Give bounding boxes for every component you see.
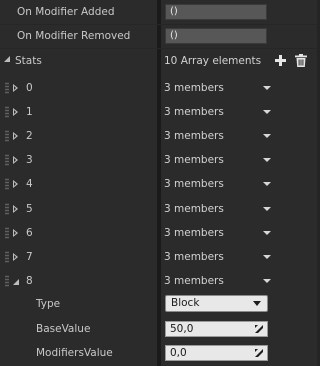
slider-drag-icon[interactable] xyxy=(255,349,263,357)
chevron-down-icon[interactable] xyxy=(263,158,271,162)
on-modifier-removed-label: On Modifier Removed xyxy=(17,30,131,42)
drag-handle-icon[interactable] xyxy=(5,106,9,118)
stats-row: Stats 10 Array elements xyxy=(0,49,317,73)
chevron-down-icon xyxy=(253,301,261,306)
chevron-down-icon[interactable] xyxy=(263,86,271,90)
element-members-value: 3 members xyxy=(164,178,224,190)
stats-label: Stats xyxy=(15,55,42,67)
stats-element-row[interactable]: 2 3 members xyxy=(0,124,317,148)
drag-handle-icon[interactable] xyxy=(5,154,9,166)
chevron-down-icon[interactable] xyxy=(263,231,271,235)
drag-handle-icon[interactable] xyxy=(5,227,9,239)
drag-handle-icon[interactable] xyxy=(5,130,9,142)
details-panel: On Modifier Added () On Modifier Removed… xyxy=(0,0,317,366)
on-modifier-added-field[interactable]: () xyxy=(165,4,267,20)
element-members-value: 3 members xyxy=(164,251,224,263)
element-index-label: 7 xyxy=(26,251,33,263)
element-index-label: 1 xyxy=(26,106,33,118)
chevron-down-icon[interactable] xyxy=(263,134,271,138)
expand-arrow-icon[interactable] xyxy=(13,156,18,164)
chevron-down-icon[interactable] xyxy=(263,182,271,186)
element-members-value: 3 members xyxy=(164,275,224,287)
stats-element-row[interactable]: 6 3 members xyxy=(0,221,317,245)
stats-element-row[interactable]: 1 3 members xyxy=(0,100,317,124)
trash-icon[interactable] xyxy=(295,54,307,67)
stats-element-row[interactable]: 7 3 members xyxy=(0,245,317,269)
on-modifier-added-row: On Modifier Added () xyxy=(0,0,317,24)
element-members-value: 3 members xyxy=(164,203,224,215)
collapse-arrow-icon[interactable] xyxy=(4,56,10,62)
stats-element-row[interactable]: 5 3 members xyxy=(0,197,317,221)
expand-arrow-icon[interactable] xyxy=(13,205,18,213)
element-members-value: 3 members xyxy=(164,106,224,118)
type-row: Type Block xyxy=(0,292,317,316)
stats-element-row[interactable]: 3 3 members xyxy=(0,148,317,172)
element-index-label: 4 xyxy=(26,178,33,190)
on-modifier-removed-row: On Modifier Removed () xyxy=(0,24,317,48)
type-label: Type xyxy=(36,298,61,310)
on-modifier-removed-field[interactable]: () xyxy=(165,28,267,44)
drag-handle-icon[interactable] xyxy=(5,178,9,190)
stats-element-row[interactable]: 4 3 members xyxy=(0,172,317,196)
element-index-label: 5 xyxy=(26,203,33,215)
drag-handle-icon[interactable] xyxy=(5,275,9,287)
slider-drag-icon[interactable] xyxy=(255,325,263,333)
type-combo-value: Block xyxy=(171,297,200,309)
chevron-down-icon[interactable] xyxy=(263,255,271,259)
chevron-down-icon[interactable] xyxy=(263,110,271,114)
element-index-label: 8 xyxy=(26,275,33,287)
collapse-arrow-icon[interactable] xyxy=(13,279,19,285)
element-index-label: 0 xyxy=(26,82,33,94)
base-value-field[interactable]: 50,0 xyxy=(165,321,268,337)
expand-arrow-icon[interactable] xyxy=(13,253,18,261)
stats-element-row[interactable]: 8 3 members xyxy=(0,269,317,293)
plus-icon[interactable] xyxy=(275,55,286,66)
expand-arrow-icon[interactable] xyxy=(13,132,18,140)
expand-arrow-icon[interactable] xyxy=(13,108,18,116)
element-members-value: 3 members xyxy=(164,154,224,166)
drag-handle-icon[interactable] xyxy=(5,251,9,263)
expand-arrow-icon[interactable] xyxy=(13,229,18,237)
element-index-label: 2 xyxy=(26,130,33,142)
element-members-value: 3 members xyxy=(164,130,224,142)
drag-handle-icon[interactable] xyxy=(5,203,9,215)
element-members-value: 3 members xyxy=(164,227,224,239)
modifiers-value-text: 0,0 xyxy=(170,347,187,359)
base-value-row: BaseValue 50,0 xyxy=(0,317,317,341)
expand-arrow-icon[interactable] xyxy=(13,84,18,92)
type-combo-box[interactable]: Block xyxy=(165,295,268,312)
base-value-text: 50,0 xyxy=(170,323,194,335)
modifiers-value-field[interactable]: 0,0 xyxy=(165,345,268,361)
base-value-label: BaseValue xyxy=(36,323,91,335)
expand-arrow-icon[interactable] xyxy=(13,180,18,188)
chevron-down-icon[interactable] xyxy=(263,279,271,283)
element-index-label: 6 xyxy=(26,227,33,239)
modifiers-value-row: ModifiersValue 0,0 xyxy=(0,341,317,365)
chevron-down-icon[interactable] xyxy=(263,207,271,211)
stats-summary: 10 Array elements xyxy=(164,55,262,67)
modifiers-value-label: ModifiersValue xyxy=(36,347,113,359)
drag-handle-icon[interactable] xyxy=(5,82,9,94)
stats-element-row[interactable]: 0 3 members xyxy=(0,76,317,100)
element-members-value: 3 members xyxy=(164,82,224,94)
element-index-label: 3 xyxy=(26,154,33,166)
on-modifier-added-label: On Modifier Added xyxy=(17,6,115,18)
